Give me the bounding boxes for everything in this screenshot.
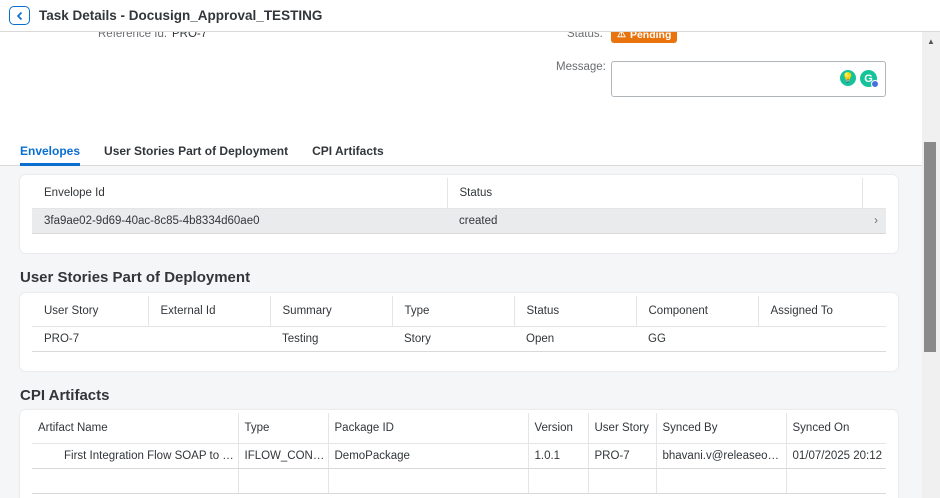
cpi-artifacts-title: CPI Artifacts — [20, 387, 110, 404]
lightbulb-icon[interactable]: 💡 — [840, 70, 856, 86]
table-cell: 1.0.1 — [528, 443, 589, 469]
table-cell: Open — [514, 326, 636, 352]
table-cell — [758, 326, 886, 352]
cpi-artifacts-table: Artifact Name Type Package ID Version Us… — [32, 413, 886, 494]
column-header-envelope-id[interactable]: Envelope Id — [32, 178, 448, 209]
tab-cpi-artifacts[interactable]: CPI Artifacts — [312, 136, 384, 165]
column-header[interactable]: Component — [636, 296, 759, 327]
table-cell: PRO-7 — [32, 326, 148, 352]
table-cell: IFLOW_CONFI... — [238, 443, 329, 469]
scroll-up-arrow-icon[interactable]: ▲ — [927, 37, 935, 46]
table-row-empty — [32, 468, 886, 494]
chevron-left-icon — [16, 11, 22, 20]
page-title: Task Details - Docusign_Approval_TESTING — [39, 8, 323, 23]
back-button[interactable] — [9, 6, 30, 25]
envelopes-card: Envelope Id Status 3fa9ae02-9d69-40ac-8c… — [20, 175, 898, 253]
message-label: Message: — [556, 61, 606, 73]
column-header[interactable]: Status — [514, 296, 637, 327]
column-header[interactable]: Assigned To — [758, 296, 886, 327]
cpi-artifacts-card: Artifact Name Type Package ID Version Us… — [20, 410, 898, 498]
column-header-status[interactable]: Status — [447, 178, 863, 209]
column-header[interactable]: Type — [392, 296, 515, 327]
column-header[interactable]: Artifact Name — [32, 413, 239, 444]
table-cell — [238, 468, 329, 494]
table-row[interactable]: PRO-7 Testing Story Open GG — [32, 326, 886, 352]
column-header[interactable]: User Story — [588, 413, 657, 444]
table-cell — [656, 468, 787, 494]
tab-envelopes[interactable]: Envelopes — [20, 136, 81, 166]
table-cell: First Integration Flow SOAP to Mai... — [32, 443, 239, 469]
table-row[interactable]: First Integration Flow SOAP to Mai... IF… — [32, 443, 886, 469]
user-stories-table: User Story External Id Summary Type Stat… — [32, 296, 886, 352]
table-cell: Story — [392, 326, 514, 352]
column-header[interactable]: External Id — [148, 296, 271, 327]
table-cell: GG — [636, 326, 758, 352]
column-header[interactable]: Synced By — [656, 413, 787, 444]
status-label: Status: — [567, 32, 603, 40]
reference-id-label: Reference Id: — [98, 32, 168, 40]
envelopes-table: Envelope Id Status 3fa9ae02-9d69-40ac-8c… — [32, 178, 886, 234]
message-input[interactable]: 💡 G — [611, 61, 886, 97]
tab-user-stories[interactable]: User Stories Part of Deployment — [104, 136, 288, 165]
table-cell — [32, 468, 239, 494]
header-bar: Task Details - Docusign_Approval_TESTING — [0, 0, 940, 32]
table-cell: DemoPackage — [328, 443, 529, 469]
vertical-scrollbar[interactable]: ▲ — [922, 32, 940, 498]
content-scroll-area[interactable]: Reference Id: PRO-7 Status: ⚠ Pending Mes… — [0, 32, 922, 498]
grammarly-icons: 💡 G — [840, 70, 879, 88]
table-cell: 01/07/2025 20:12 — [786, 443, 886, 469]
table-row[interactable]: 3fa9ae02-9d69-40ac-8c85-4b8334d60ae0 cre… — [32, 208, 886, 234]
table-cell — [148, 326, 270, 352]
column-header[interactable]: Package ID — [328, 413, 529, 444]
table-cell — [328, 468, 529, 494]
warning-icon: ⚠ — [617, 32, 626, 40]
column-header[interactable]: Type — [238, 413, 329, 444]
table-cell — [588, 468, 657, 494]
table-cell: Testing — [270, 326, 392, 352]
column-header[interactable]: Synced On — [786, 413, 886, 444]
user-stories-title: User Stories Part of Deployment — [20, 269, 251, 286]
column-header[interactable]: Version — [528, 413, 589, 444]
column-header[interactable]: User Story — [32, 296, 149, 327]
scrollbar-thumb[interactable] — [924, 142, 936, 352]
envelope-id-cell: 3fa9ae02-9d69-40ac-8c85-4b8334d60ae0 — [32, 208, 447, 234]
table-cell: bhavani.v@releaseowl.... — [656, 443, 787, 469]
grammarly-icon[interactable]: G — [860, 70, 879, 88]
column-header-nav — [862, 178, 886, 209]
user-stories-card: User Story External Id Summary Type Stat… — [20, 293, 898, 371]
column-header[interactable]: Summary — [270, 296, 393, 327]
table-cell: PRO-7 — [588, 443, 657, 469]
envelope-status-cell: created — [447, 208, 862, 234]
status-badge: ⚠ Pending — [611, 32, 678, 43]
table-cell — [786, 468, 886, 494]
tab-bar: Envelopes User Stories Part of Deploymen… — [0, 136, 922, 166]
status-badge-text: Pending — [629, 32, 672, 41]
table-cell — [528, 468, 589, 494]
chevron-right-icon[interactable]: › — [862, 208, 886, 234]
reference-id-value: PRO-7 — [172, 32, 208, 40]
